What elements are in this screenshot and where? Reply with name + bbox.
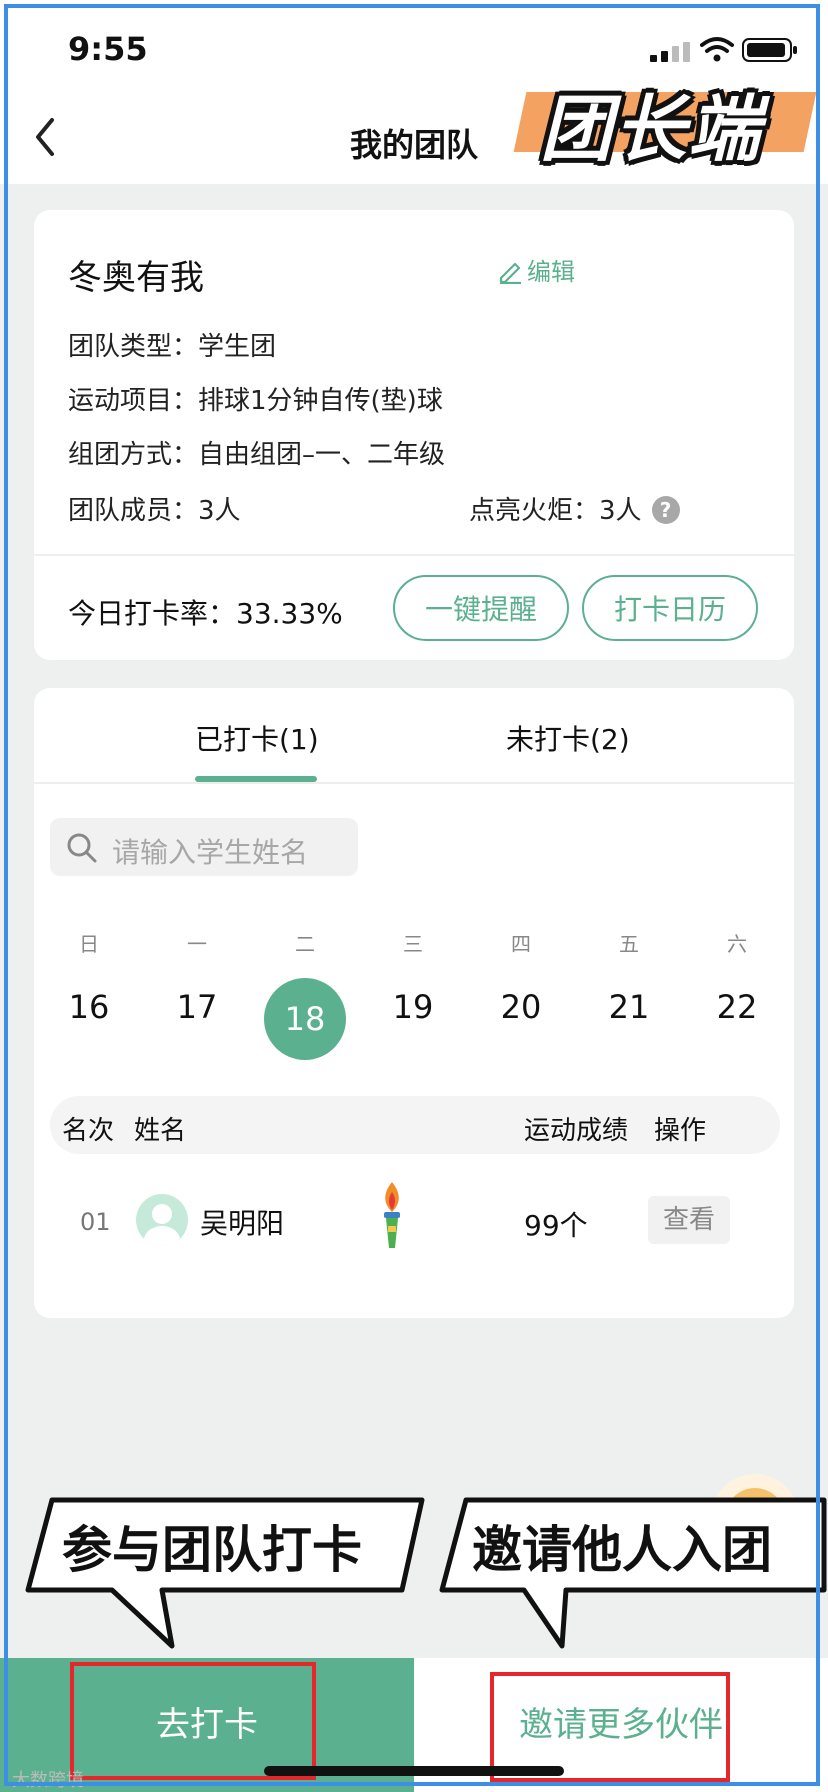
- home-indicator: [264, 1766, 564, 1776]
- tab-not-checked-in[interactable]: 未打卡(2): [506, 718, 630, 758]
- status-time: 9:55: [68, 30, 148, 68]
- date-19[interactable]: 19: [373, 988, 453, 1026]
- weekday-fri: 五: [619, 932, 639, 956]
- date-21[interactable]: 21: [589, 988, 669, 1026]
- user-avatar-icon: [144, 1204, 180, 1246]
- torch-count: 点亮火炬：3人?: [469, 490, 680, 527]
- row-rank: 01: [80, 1208, 111, 1236]
- team-mode: 组团方式：自由组团–一、二年级: [68, 440, 446, 470]
- weekday-sun: 日: [79, 932, 99, 956]
- checkin-rate: 今日打卡率：33.33%: [68, 597, 343, 630]
- edit-label: 编辑: [527, 258, 575, 286]
- team-members: 团队成员：3人: [68, 496, 241, 526]
- view-button[interactable]: 查看: [648, 1196, 730, 1244]
- callout-right-text: 邀请他人入团: [472, 1521, 772, 1579]
- date-16[interactable]: 16: [49, 988, 129, 1026]
- wifi-icon: [700, 37, 734, 62]
- weekday-sat: 六: [727, 932, 747, 956]
- weekday-tue: 二: [295, 932, 315, 956]
- calendar-button[interactable]: 打卡日历: [582, 575, 758, 641]
- callout-left-text: 参与团队打卡: [62, 1521, 362, 1579]
- edit-button[interactable]: 编辑: [497, 252, 575, 287]
- torch-icon: [384, 1182, 400, 1248]
- role-sticker: 团长端: [513, 70, 817, 180]
- date-17[interactable]: 17: [157, 988, 237, 1026]
- date-20[interactable]: 20: [481, 988, 561, 1026]
- header-action: 操作: [654, 1116, 707, 1146]
- weekday-thu: 四: [511, 932, 531, 956]
- table-header: 名次 姓名 运动成绩 操作: [50, 1096, 780, 1154]
- signal-icon: [650, 42, 690, 62]
- checkin-card: 已打卡(1) 未打卡(2) 请输入学生姓名 日 一 二 三 四 五 六 16 1…: [34, 688, 794, 1318]
- team-info-card: 冬奥有我 编辑 团队类型：学生团 运动项目：排球1分钟自传(垫)球 组团方式：自…: [34, 210, 794, 660]
- search-icon: [67, 833, 97, 863]
- team-name: 冬奥有我: [68, 258, 204, 298]
- weekday-wed: 三: [403, 932, 423, 956]
- team-type: 团队类型：学生团: [68, 332, 277, 362]
- avatar: [136, 1194, 188, 1246]
- tab-checked-in[interactable]: 已打卡(1): [195, 718, 319, 758]
- search-placeholder: 请输入学生姓名: [112, 836, 309, 869]
- pencil-icon: [499, 262, 521, 285]
- help-icon[interactable]: ?: [651, 496, 680, 524]
- torch-count-label: 点亮火炬：3人: [469, 496, 642, 526]
- row-score: 99个: [524, 1209, 588, 1242]
- date-18-selected[interactable]: 18: [264, 978, 346, 1060]
- sticker-text: 团长端: [540, 87, 763, 171]
- remind-button[interactable]: 一键提醒: [393, 575, 569, 641]
- row-name: 吴明阳: [200, 1207, 285, 1240]
- header-score: 运动成绩: [524, 1116, 629, 1146]
- header-name: 姓名: [134, 1116, 187, 1146]
- search-input[interactable]: 请输入学生姓名: [50, 818, 358, 876]
- battery-icon: [742, 38, 797, 62]
- callout-bubble-right: 邀请他人入团: [436, 1496, 828, 1649]
- date-22[interactable]: 22: [697, 988, 777, 1026]
- header-rank: 名次: [62, 1116, 115, 1146]
- team-sport: 运动项目：排球1分钟自传(垫)球: [68, 386, 443, 416]
- card-divider: [34, 554, 794, 556]
- tab-divider: [34, 782, 794, 784]
- watermark: 大数跨境: [12, 1770, 84, 1791]
- weekday-mon: 一: [187, 932, 207, 956]
- highlight-box-go: [70, 1662, 316, 1780]
- callout-bubble-left: 参与团队打卡: [22, 1496, 434, 1649]
